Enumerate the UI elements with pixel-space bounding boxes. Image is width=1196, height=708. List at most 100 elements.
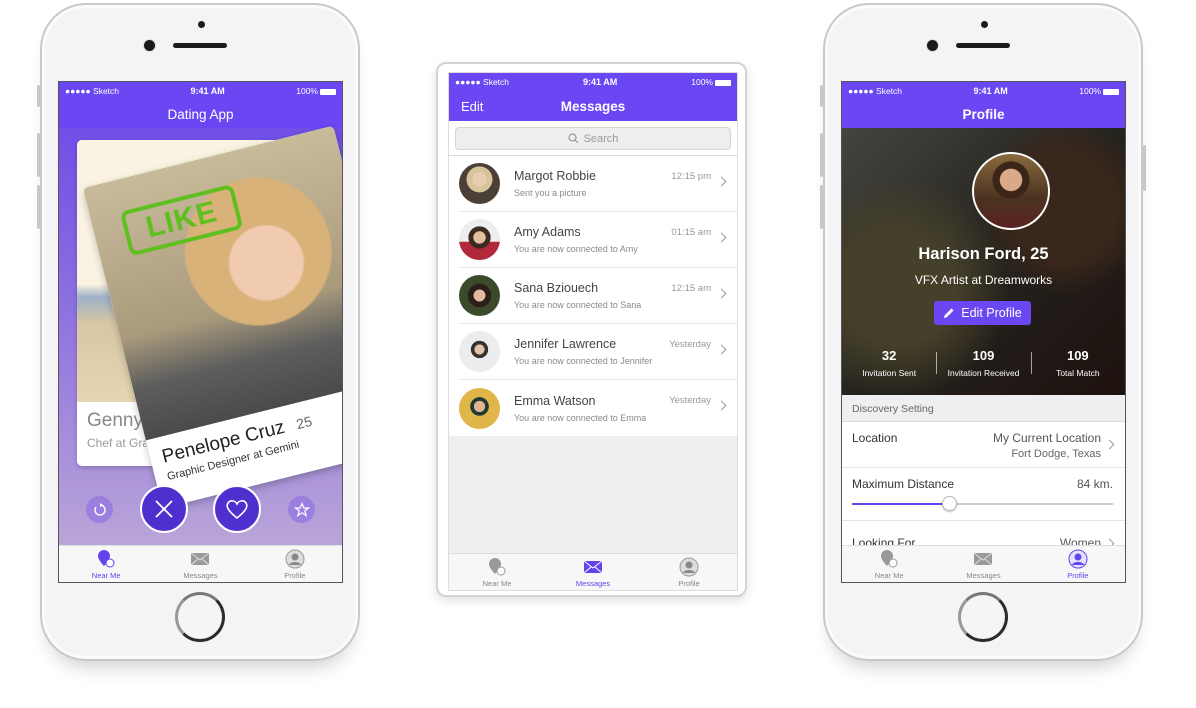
tab-near-me[interactable]: Near Me — [842, 546, 936, 582]
undo-icon — [93, 502, 106, 516]
user-icon — [679, 557, 699, 576]
timestamp: 12:15 am — [671, 283, 711, 294]
envelope-icon — [583, 560, 603, 573]
super-like-button[interactable] — [288, 496, 315, 523]
tab-near-me[interactable]: Near Me — [59, 546, 153, 582]
tab-label: Messages — [183, 570, 218, 580]
contact-name: Jennifer Lawrence — [514, 337, 617, 351]
screen-profile: ●●●●● Sketch 9:41 AM 100% Profile Hariso… — [841, 81, 1126, 583]
list-item[interactable]: Jennifer Lawrence You are now connected t… — [459, 324, 737, 380]
contact-name: Amy Adams — [514, 225, 581, 239]
tab-profile[interactable]: Profile — [1031, 546, 1125, 582]
like-stamp: LIKE — [119, 183, 244, 257]
status-bar: ●●●●● Sketch 9:41 AM 100% — [842, 82, 1125, 100]
tab-label: Near Me — [482, 578, 512, 588]
tab-messages[interactable]: Messages — [545, 554, 641, 590]
chevron-right-icon — [716, 232, 727, 243]
edit-profile-button[interactable]: Edit Profile — [934, 301, 1031, 325]
list-item[interactable]: Margot Robbie Sent you a picture 12:15 pm — [459, 156, 737, 212]
avatar — [459, 219, 500, 260]
tab-profile[interactable]: Profile — [248, 546, 342, 582]
user-icon — [285, 549, 305, 568]
front-camera — [144, 40, 155, 51]
stat-invitation-received: 109 Invitation Received — [936, 348, 1030, 378]
front-camera — [927, 40, 938, 51]
location-row[interactable]: Location My Current Location Fort Dodge,… — [842, 422, 1125, 468]
chevron-right-icon — [716, 400, 727, 411]
avatar[interactable] — [972, 152, 1050, 230]
edit-button[interactable]: Edit — [461, 99, 483, 114]
chevron-right-icon — [716, 344, 727, 355]
stat-total-match: 109 Total Match — [1030, 348, 1125, 378]
battery: 100% — [691, 77, 731, 87]
tab-near-me[interactable]: Near Me — [449, 554, 545, 590]
list-item[interactable]: Amy Adams You are now connected to Amy 01… — [459, 212, 737, 268]
timestamp: Yesterday — [669, 395, 711, 406]
tab-label: Profile — [284, 570, 306, 580]
avatar — [459, 275, 500, 316]
timestamp: 12:15 pm — [671, 171, 711, 182]
messages-frame: ●●●●● Sketch 9:41 AM 100% Edit Messages … — [436, 62, 747, 597]
power-button — [1143, 145, 1146, 191]
tab-messages[interactable]: Messages — [936, 546, 1030, 582]
list-item[interactable]: Emma Watson You are now connected to Emma… — [459, 380, 737, 436]
tab-bar: Near Me Messages Profile — [842, 545, 1125, 582]
screen-dating: ●●●●● Sketch 9:41 AM 100% Dating App Gen… — [58, 81, 343, 583]
home-button[interactable] — [175, 592, 225, 642]
volume-down — [37, 185, 40, 229]
contact-name: Margot Robbie — [514, 169, 596, 183]
home-button[interactable] — [958, 592, 1008, 642]
clock: 9:41 AM — [190, 86, 225, 96]
heart-icon — [226, 500, 248, 520]
tab-label: Near Me — [91, 570, 121, 580]
tab-bar: Near Me Messages Profile — [59, 545, 342, 582]
speaker — [956, 43, 1010, 48]
chevron-right-icon — [1104, 439, 1115, 450]
timestamp: 01:15 am — [671, 227, 711, 238]
distance-slider[interactable] — [852, 496, 1113, 511]
battery-icon — [715, 79, 731, 86]
volume-up — [820, 133, 823, 177]
message-preview: You are now connected to Jennifer — [514, 356, 653, 366]
tab-profile[interactable]: Profile — [641, 554, 737, 590]
tab-messages[interactable]: Messages — [153, 546, 247, 582]
distance-row: Maximum Distance 84 km. — [842, 469, 1125, 521]
tab-label: Messages — [966, 570, 1001, 580]
list-item[interactable]: Sana Bziouech You are now connected to Sa… — [459, 268, 737, 324]
distance-value: 84 km. — [1076, 477, 1113, 491]
sensor — [981, 21, 988, 28]
contact-name: Emma Watson — [514, 393, 596, 408]
volume-down — [820, 185, 823, 229]
carrier: ●●●●● Sketch — [848, 86, 903, 96]
speaker — [173, 43, 227, 48]
star-icon — [293, 501, 310, 517]
location-value: My Current Location — [992, 431, 1101, 445]
like-button[interactable] — [213, 485, 261, 533]
edit-profile-label: Edit Profile — [961, 306, 1022, 320]
slider-thumb[interactable] — [941, 496, 957, 511]
stat-invitation-sent: 32 Invitation Sent — [862, 348, 917, 378]
screen-messages: ●●●●● Sketch 9:41 AM 100% Edit Messages … — [448, 72, 738, 591]
profile-job: VFX Artist at Dreamworks — [914, 273, 1053, 287]
carrier: ●●●●● Sketch — [455, 77, 510, 87]
search-icon — [567, 133, 578, 144]
distance-label: Maximum Distance — [852, 477, 955, 491]
clock: 9:41 AM — [583, 77, 618, 87]
dislike-button[interactable] — [140, 485, 188, 533]
location-heart-icon — [489, 557, 506, 575]
battery: 100% — [1079, 86, 1119, 96]
envelope-icon — [191, 552, 210, 565]
pencil-icon — [944, 308, 954, 318]
user-icon — [1068, 549, 1088, 568]
message-preview: Sent you a picture — [514, 188, 587, 198]
search-placeholder: Search — [583, 132, 619, 145]
page-title: Dating App — [167, 106, 234, 122]
location-sub: Fort Dodge, Texas — [1011, 448, 1101, 460]
slider-fill — [852, 503, 949, 505]
search-input[interactable]: Search — [455, 127, 731, 150]
tab-label: Messages — [575, 578, 611, 588]
tab-label: Near Me — [874, 570, 904, 580]
undo-button[interactable] — [86, 496, 113, 523]
location-heart-icon — [881, 549, 898, 567]
close-icon — [155, 500, 173, 518]
